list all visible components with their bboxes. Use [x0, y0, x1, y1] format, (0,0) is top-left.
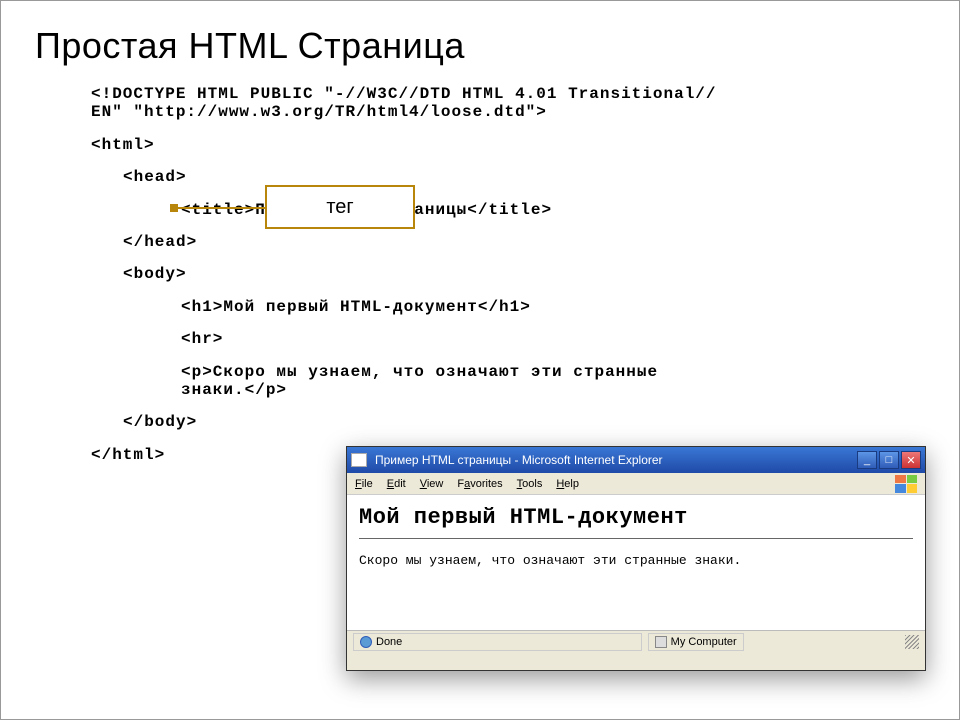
code-html-open: <html>: [91, 136, 929, 154]
callout-label: тег: [326, 196, 353, 219]
windows-logo-icon: [895, 475, 917, 493]
browser-titlebar[interactable]: Пример HTML страницы - Microsoft Interne…: [347, 447, 925, 473]
browser-title: Пример HTML страницы - Microsoft Interne…: [375, 453, 663, 467]
code-body-open: <body>: [123, 265, 929, 283]
status-location: My Computer: [648, 633, 744, 651]
maximize-button[interactable]: □: [879, 451, 899, 469]
browser-content: Мой первый HTML-документ Скоро мы узнаем…: [347, 495, 925, 630]
done-icon: [360, 636, 372, 648]
minimize-button[interactable]: _: [857, 451, 877, 469]
code-head-close: </head>: [123, 233, 929, 251]
menu-view[interactable]: View: [420, 478, 444, 490]
page-icon: [351, 453, 367, 467]
menu-favorites[interactable]: Favorites: [457, 478, 502, 490]
status-done: Done: [353, 633, 642, 651]
slide-title: Простая HTML Страница: [35, 25, 929, 67]
code-block: <!DOCTYPE HTML PUBLIC "-//W3C//DTD HTML …: [91, 85, 929, 464]
browser-statusbar: Done My Computer: [347, 630, 925, 652]
slide: Простая HTML Страница <!DOCTYPE HTML PUB…: [0, 0, 960, 720]
page-hr: [359, 538, 913, 539]
close-button[interactable]: ✕: [901, 451, 921, 469]
code-hr: <hr>: [181, 330, 929, 348]
code-head-open: <head>: [123, 168, 929, 186]
browser-menubar: File Edit View Favorites Tools Help: [347, 473, 925, 495]
page-h1: Мой первый HTML-документ: [359, 505, 913, 530]
code-p: <p>Скоро мы узнаем, что означают эти стр…: [181, 363, 929, 400]
callout-box: тег: [265, 185, 415, 229]
code-doctype: <!DOCTYPE HTML PUBLIC "-//W3C//DTD HTML …: [91, 85, 929, 122]
menu-help[interactable]: Help: [556, 478, 579, 490]
computer-icon: [655, 636, 667, 648]
page-paragraph: Скоро мы узнаем, что означают эти странн…: [359, 553, 913, 568]
menu-tools[interactable]: Tools: [517, 478, 543, 490]
menu-edit[interactable]: Edit: [387, 478, 406, 490]
code-h1: <h1>Мой первый HTML-документ</h1>: [181, 298, 929, 316]
callout-pointer: [173, 207, 265, 209]
resize-grip-icon[interactable]: [905, 635, 919, 649]
callout: тег: [265, 185, 415, 229]
menu-file[interactable]: File: [355, 478, 373, 490]
code-body-close: </body>: [123, 413, 929, 431]
browser-window: Пример HTML страницы - Microsoft Interne…: [346, 446, 926, 671]
